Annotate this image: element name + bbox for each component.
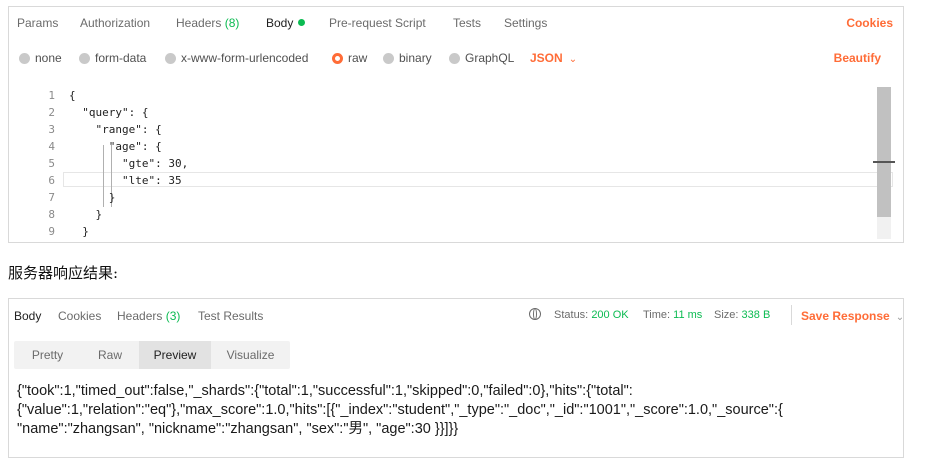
response-tab-test-results[interactable]: Test Results [198, 309, 263, 323]
response-body-line: "name":"zhangsan", "nickname":"zhangsan"… [17, 421, 459, 437]
line-number: 3 [48, 123, 55, 136]
radio-label: binary [399, 51, 432, 65]
tab-headers-label: Headers [176, 16, 222, 30]
line-number: 7 [48, 191, 55, 204]
current-line-highlight [63, 172, 893, 187]
radio-label: none [35, 51, 62, 65]
tab-pre-request-script[interactable]: Pre-request Script [329, 16, 426, 30]
language-label: JSON [530, 51, 563, 65]
line-number: 2 [48, 106, 55, 119]
status-info: Status: 200 OK [554, 309, 629, 321]
radio-form-data[interactable]: form-data [79, 51, 146, 65]
code-line: "query": { [69, 106, 149, 119]
code-line: { [69, 89, 76, 102]
response-tab-headers-count: (3) [165, 309, 181, 323]
response-tab-body[interactable]: Body [14, 309, 41, 323]
line-number: 4 [48, 140, 55, 153]
tab-settings[interactable]: Settings [504, 16, 547, 30]
chevron-down-icon: ⌄ [568, 54, 578, 65]
radio-circle-icon [79, 53, 90, 64]
response-body: {"took":1,"timed_out":false,"_shards":{"… [17, 382, 897, 439]
status-value: 200 OK [591, 309, 629, 321]
radio-label: form-data [95, 51, 147, 65]
radio-label: raw [348, 51, 368, 65]
line-number: 1 [48, 89, 55, 102]
code-editor[interactable]: 1 {2 "query": { 3 "range": { 4 "age": { 5 "g… [15, 87, 895, 239]
radio-circle-icon [19, 53, 30, 64]
tab-params[interactable]: Params [17, 16, 58, 30]
tab-tests[interactable]: Tests [453, 16, 481, 30]
line-number: 6 [48, 174, 55, 187]
globe-icon[interactable] [529, 308, 541, 320]
tab-authorization[interactable]: Authorization [80, 16, 150, 30]
code-line: } [69, 225, 89, 238]
code-line: "lte": 35 [69, 174, 182, 187]
tab-headers[interactable]: Headers (8) [176, 16, 239, 30]
modified-dot-icon [298, 19, 306, 26]
chevron-down-icon: ⌄ [895, 312, 905, 323]
code-line: "range": { [69, 123, 162, 136]
line-number: 8 [48, 208, 55, 221]
view-raw[interactable]: Raw [81, 341, 139, 369]
time-value: 11 ms [673, 309, 703, 321]
view-pretty[interactable]: Pretty [14, 341, 81, 369]
radio-selected-icon [332, 53, 343, 64]
radio-graphql[interactable]: GraphQL [449, 51, 514, 65]
radio-label: x-www-form-urlencoded [181, 51, 309, 65]
size-info: Size: 338 B [714, 309, 770, 321]
time-label: Time: [643, 309, 671, 321]
radio-binary[interactable]: binary [383, 51, 432, 65]
radio-circle-icon [165, 53, 176, 64]
view-visualize[interactable]: Visualize [211, 341, 290, 369]
code-line: } [69, 191, 116, 204]
save-response-button[interactable]: Save Response ⌄ [801, 309, 904, 323]
code-line: "age": { [69, 140, 162, 153]
request-tabs: Params Authorization Headers (8) Body Pr… [9, 7, 903, 39]
section-heading: 服务器响应结果: [8, 264, 119, 282]
response-body-line: {"value":1,"relation":"eq"},"max_score":… [17, 402, 783, 418]
response-body-line: {"took":1,"timed_out":false,"_shards":{"… [17, 383, 633, 399]
code-line: } [69, 208, 103, 221]
radio-circle-icon [383, 53, 394, 64]
view-preview[interactable]: Preview [139, 341, 211, 369]
radio-circle-icon [449, 53, 460, 64]
radio-label: GraphQL [465, 51, 515, 65]
response-tab-cookies[interactable]: Cookies [58, 309, 101, 323]
body-type-selector: none form-data x-www-form-urlencoded raw… [9, 45, 903, 73]
radio-raw[interactable]: raw [332, 51, 367, 65]
radio-none[interactable]: none [19, 51, 62, 65]
size-value: 338 B [741, 309, 771, 321]
request-panel: Params Authorization Headers (8) Body Pr… [8, 6, 904, 243]
response-panel: Body Cookies Headers (3) Test Results St… [8, 298, 904, 458]
response-tab-headers[interactable]: Headers (3) [117, 309, 180, 323]
time-info: Time: 11 ms [643, 309, 702, 321]
save-response-label: Save Response [801, 309, 890, 323]
line-number: 9 [48, 225, 55, 238]
line-number: 5 [48, 157, 55, 170]
scrollbar-cursor-marker [873, 161, 895, 163]
status-label: Status: [554, 309, 589, 321]
editor-scrollbar-thumb[interactable] [877, 87, 891, 217]
code-line: "gte": 30, [69, 157, 189, 170]
tab-headers-count: (8) [224, 16, 240, 30]
divider [791, 305, 792, 325]
language-dropdown[interactable]: JSON ⌄ [530, 51, 577, 65]
radio-x-www-form-urlencoded[interactable]: x-www-form-urlencoded [165, 51, 308, 65]
tab-body[interactable]: Body [266, 16, 306, 30]
size-label: Size: [714, 309, 739, 321]
beautify-button[interactable]: Beautify [834, 51, 881, 65]
tab-body-label: Body [266, 16, 294, 30]
response-tab-headers-label: Headers [117, 309, 163, 323]
cookies-link[interactable]: Cookies [846, 16, 893, 30]
response-view-switcher: Pretty Raw Preview Visualize [14, 341, 290, 369]
